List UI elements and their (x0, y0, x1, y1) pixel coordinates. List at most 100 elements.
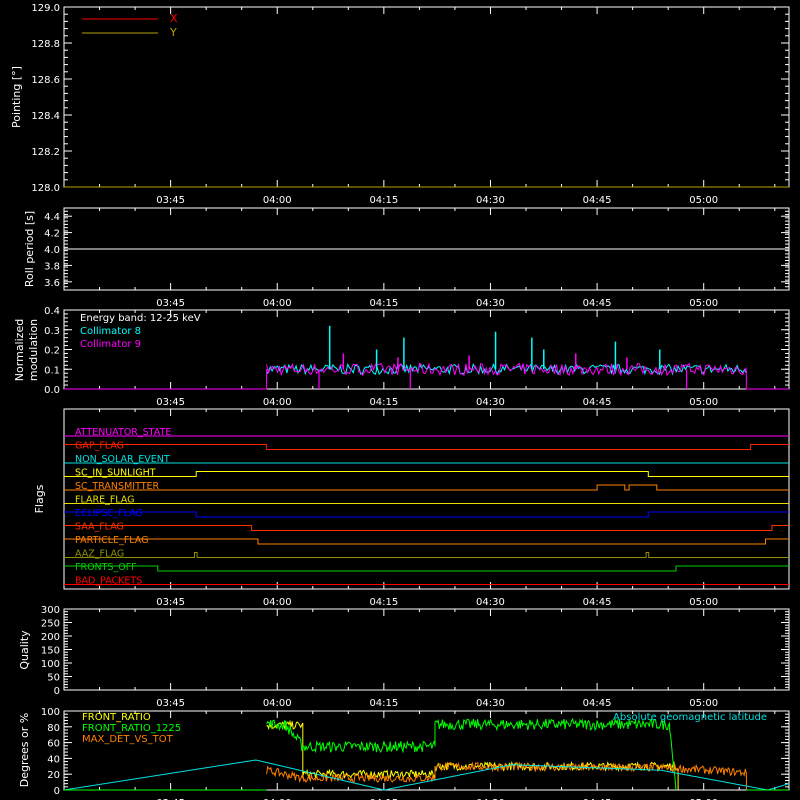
quality-yticks: 0 50 100 150 200 250 300 (41, 605, 789, 697)
pointing-ylabel: Pointing [°] (10, 66, 23, 128)
y-tick-label: 60 (47, 739, 60, 750)
x-tick-label: 04:15 (369, 298, 398, 309)
roll-period-ylabel: Roll period [s] (23, 211, 36, 287)
modulation-panel: 0.0 0.1 0.2 0.3 0.4 03:45 04:00 04:15 04:30 04:4… (13, 306, 790, 408)
flag-label: FLARE_FLAG (75, 495, 135, 506)
y-tick-label: 0.0 (44, 385, 60, 396)
flag-line (64, 484, 789, 491)
quality-ylabel: Quality (18, 630, 31, 670)
modulation-ylabel-line2: modulation (27, 319, 40, 381)
x-tick-label: 05:00 (689, 195, 718, 206)
flags-ylabel: Flags (33, 484, 46, 513)
rhessi-quicklook-figure: 128.0 128.2 128.4 128.6 128.8 129.0 03:45 04:0… (10, 3, 790, 800)
annotation-geomagnetic-latitude: Absolute geomagnetic latitude (613, 712, 767, 723)
legend-label-max-det-vs-tot: MAX_DET_VS_TOT (82, 734, 174, 745)
flag-label: ATTENUATOR_STATE (75, 427, 171, 438)
flag-label: GAP_FLAG (75, 441, 124, 452)
x-tick-label: 03:45 (156, 698, 185, 709)
x-tick-label: 05:00 (689, 698, 718, 709)
roll-period-xticks: 03:45 04:00 04:15 04:30 04:45 05:00 (63, 208, 776, 309)
flag-line (64, 511, 789, 518)
x-tick-label: 04:00 (263, 698, 292, 709)
y-tick-label: 129.0 (31, 3, 60, 14)
flag-label: PARTICLE_FLAG (75, 535, 148, 546)
flag-label: SC_TRANSMITTER (75, 481, 160, 492)
legend-label-front-ratio-1225: FRONT_RATIO_1225 (82, 723, 181, 734)
flags-xticks: 03:45 04:00 04:15 04:30 04:45 05:00 (63, 409, 776, 608)
y-tick-label: 300 (41, 605, 60, 616)
legend-label-x: X (170, 12, 178, 25)
legend-label-front-ratio: FRONT_RATIO (82, 712, 151, 723)
x-tick-label: 04:30 (476, 597, 505, 608)
legend-label-y: Y (169, 26, 177, 39)
y-tick-label: 128.0 (31, 183, 60, 194)
y-tick-label: 128.4 (31, 111, 60, 122)
x-tick-label: 04:15 (369, 597, 398, 608)
x-tick-label: 05:00 (689, 397, 718, 408)
flag-line (64, 444, 789, 450)
collimator-9-baseline-right (745, 369, 789, 390)
modulation-legend-title: Energy band: 12-25 keV (80, 313, 201, 324)
flag-label: SC_IN_SUNLIGHT (75, 468, 156, 479)
x-tick-label: 04:00 (263, 298, 292, 309)
quality-frame (63, 608, 790, 691)
collimator-9-trace (266, 362, 747, 377)
flag-label: ECLIPSE_FLAG (75, 508, 143, 519)
x-tick-label: 04:30 (476, 195, 505, 206)
y-tick-label: 128.8 (31, 39, 60, 50)
y-tick-label: 200 (41, 632, 60, 643)
y-tick-label: 20 (47, 770, 60, 781)
flag-label: FRONTS_OFF (75, 562, 137, 573)
flags-series: ATTENUATOR_STATE GAP_FLAG NON_SOLAR_EVENT S… (64, 427, 789, 587)
flag-line (64, 552, 789, 558)
y-tick-label: 0.4 (44, 306, 60, 317)
x-tick-label: 04:30 (476, 397, 505, 408)
y-tick-label: 100 (41, 659, 60, 670)
x-tick-label: 04:00 (263, 195, 292, 206)
y-tick-label: 0.3 (44, 326, 60, 337)
x-tick-label: 03:45 (156, 597, 185, 608)
y-tick-label: 80 (47, 723, 60, 734)
x-tick-label: 04:15 (369, 698, 398, 709)
y-tick-label: 3.8 (44, 261, 60, 272)
legend-label-collimator-8: Collimator 8 (80, 326, 141, 337)
x-tick-label: 04:30 (476, 698, 505, 709)
x-tick-label: 04:45 (583, 698, 612, 709)
quality-panel: 050100150200250300 03:45 04:00 04:15 04:30 0… (18, 605, 790, 709)
y-tick-label: 0.1 (44, 365, 60, 376)
modulation-series (64, 325, 789, 390)
x-tick-label: 05:00 (689, 298, 718, 309)
x-tick-label: 04:45 (583, 195, 612, 206)
flag-label: NON_SOLAR_EVENT (75, 454, 170, 465)
x-tick-label: 04:00 (263, 397, 292, 408)
flags-panel: 03:45 04:00 04:15 04:30 04:45 05:00 Flags ATT… (33, 408, 790, 608)
modulation-xticks: 03:45 04:00 04:15 04:30 04:45 05:00 (63, 310, 776, 408)
x-tick-label: 05:00 (689, 597, 718, 608)
x-tick-label: 04:30 (476, 298, 505, 309)
y-tick-label: 3.6 (44, 278, 60, 289)
x-tick-label: 04:15 (369, 397, 398, 408)
ratios-ylabel: Degrees or % (18, 713, 31, 787)
y-tick-label: 4.4 (44, 212, 60, 223)
x-tick-label: 03:45 (156, 195, 185, 206)
flag-line (64, 565, 789, 572)
y-tick-label: 40 (47, 754, 60, 765)
pointing-yticks: 128.0 128.2 128.4 128.6 128.8 129.0 (31, 3, 789, 194)
y-tick-label: 0 (54, 686, 60, 697)
ratios-series-front-ratio-1225 (266, 717, 677, 791)
x-tick-label: 04:45 (583, 397, 612, 408)
flag-line (64, 538, 789, 545)
x-tick-label: 03:45 (156, 298, 185, 309)
y-tick-label: 4.2 (44, 229, 60, 240)
y-tick-label: 128.2 (31, 147, 60, 158)
ratios-panel: 020406080100 03:4504:0004:1504:3004:4505… (18, 707, 790, 800)
y-tick-label: 100 (41, 707, 60, 718)
x-tick-label: 04:15 (369, 195, 398, 206)
x-tick-label: 04:45 (583, 298, 612, 309)
x-tick-label: 04:00 (263, 597, 292, 608)
pointing-panel: 128.0 128.2 128.4 128.6 128.8 129.0 03:45 04:0… (10, 3, 790, 206)
y-tick-label: 150 (41, 646, 60, 657)
flag-line (64, 525, 789, 531)
y-tick-label: 128.6 (31, 75, 60, 86)
y-tick-label: 4.0 (44, 245, 60, 256)
